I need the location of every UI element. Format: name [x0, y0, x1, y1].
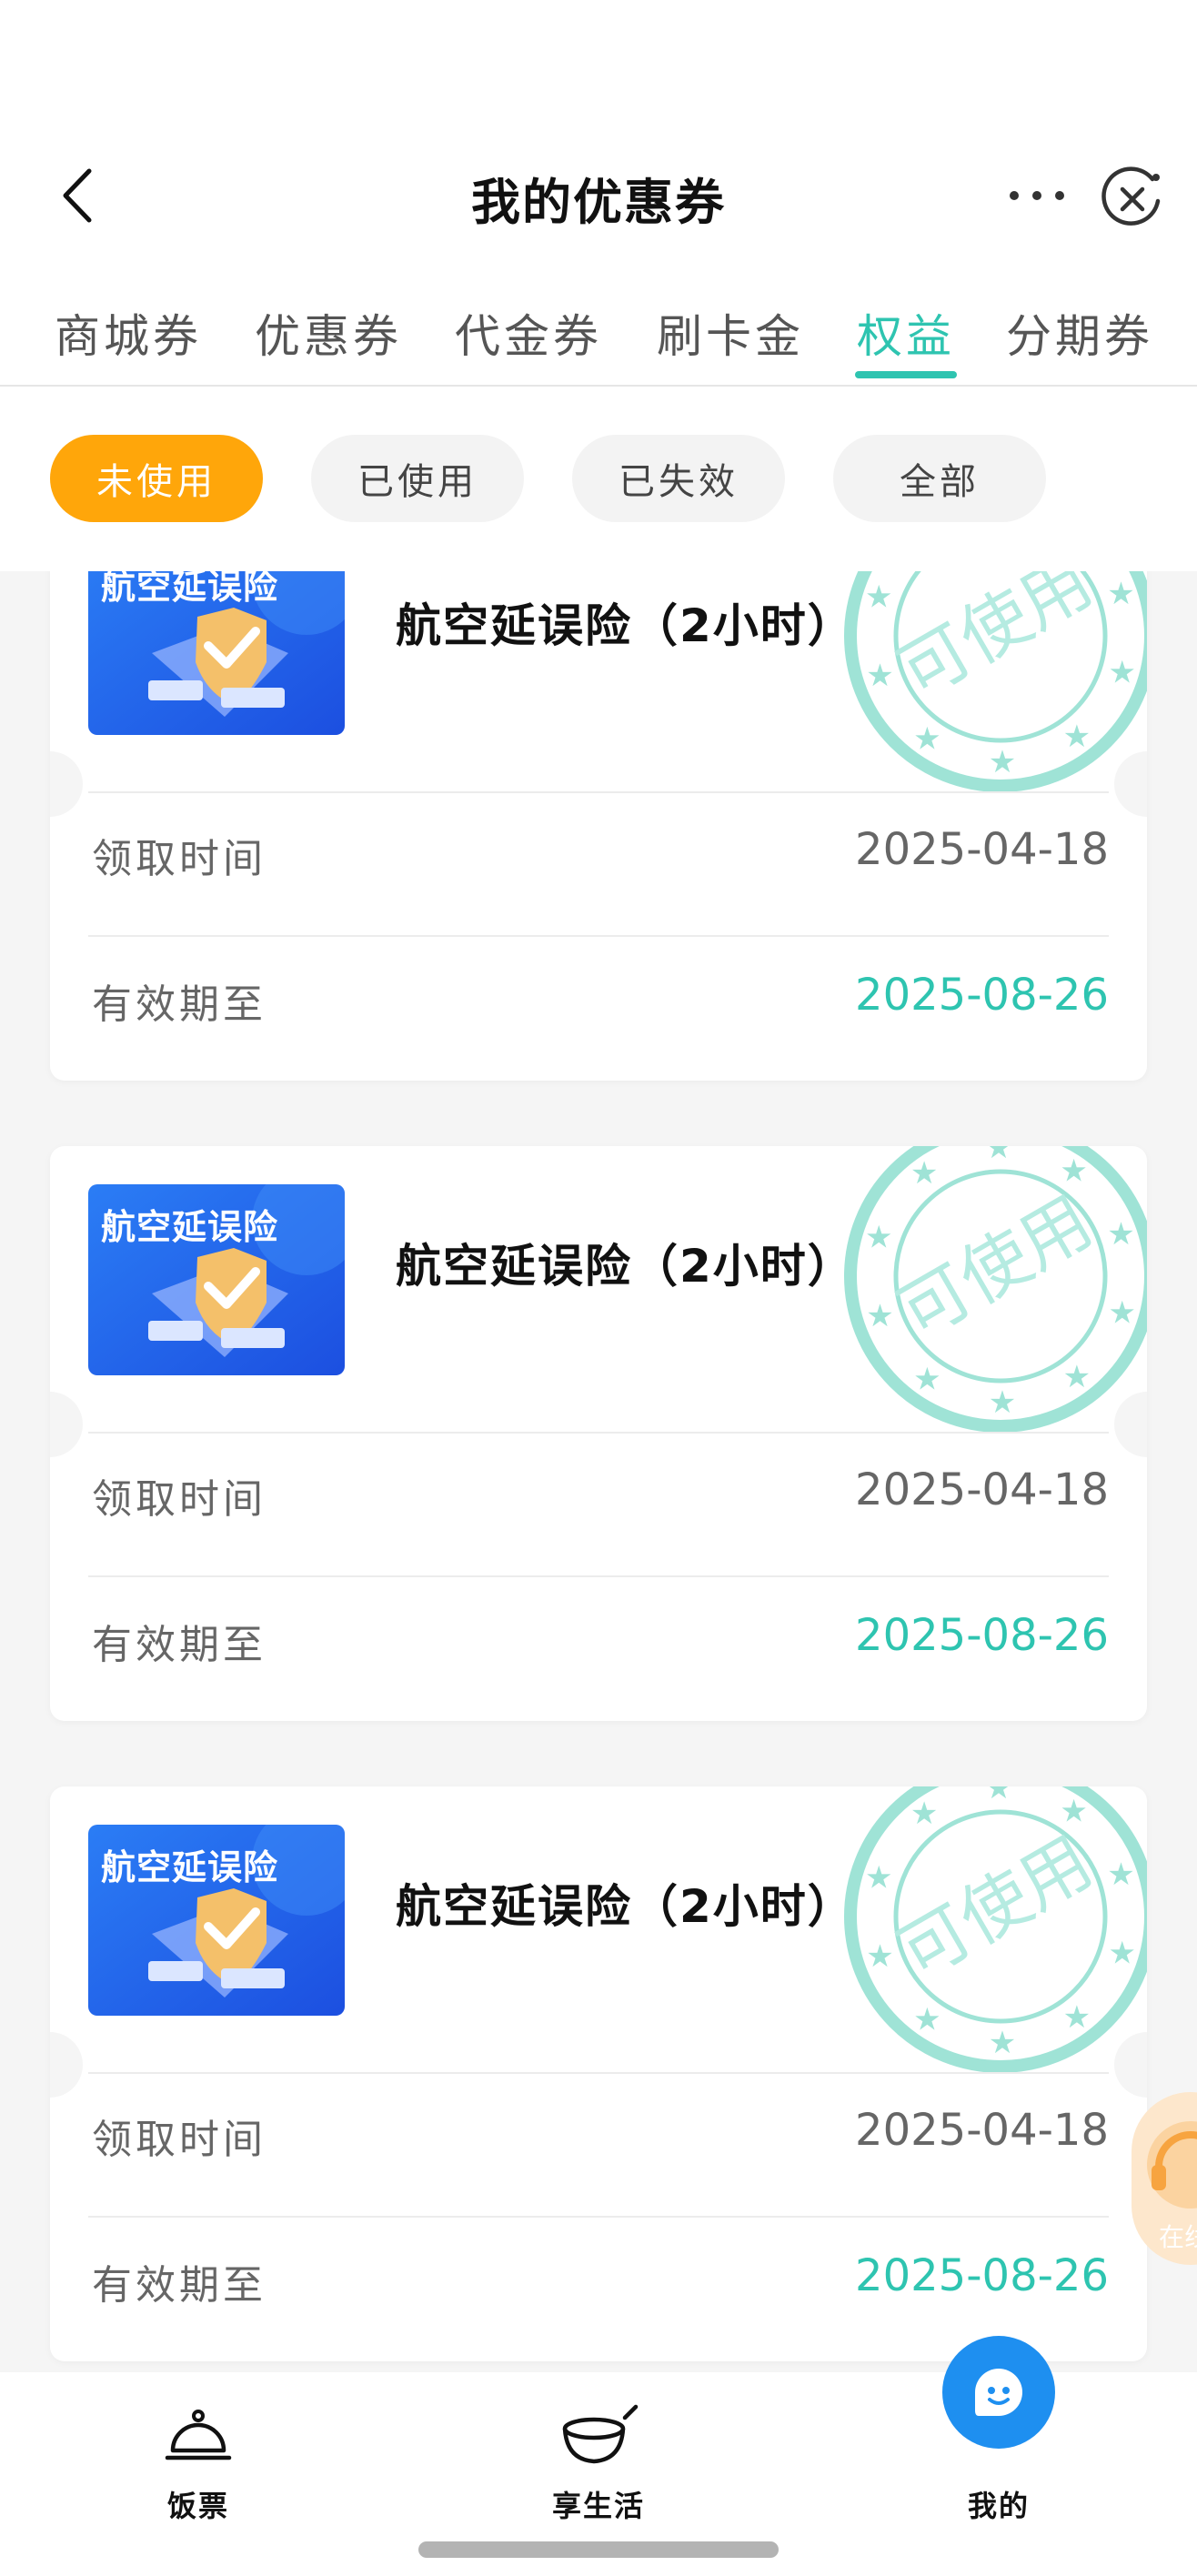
coupon-card[interactable]: 航空延误险 航空延误险（2小时） ★★★★★★★★★★可使用 领取时间 2025… [50, 571, 1147, 1081]
tab-card-cash[interactable]: 刷卡金 [657, 300, 804, 366]
tab-mall-coupon[interactable]: 商城券 [55, 300, 202, 366]
svg-text:★: ★ [1063, 1999, 1091, 2036]
valid-until-label: 有效期至 [92, 2262, 267, 2309]
valid-until-label: 有效期至 [92, 1622, 267, 1668]
svg-text:★: ★ [1109, 1294, 1136, 1331]
coupon-card[interactable]: 航空延误险 航空延误险（2小时） ★★★★★★★★★★可使用 领取时间 2025… [50, 1146, 1147, 1721]
header-area: 我的优惠券 商城券 优惠券 代金券 刷卡金 权益 分期券 未使用 已使用 已失效… [0, 0, 1197, 571]
food-cover-icon [153, 2390, 244, 2481]
svg-text:★: ★ [865, 579, 892, 616]
active-tab-indicator [855, 371, 957, 378]
bottom-tab-label: 享生活 [551, 2489, 645, 2523]
tab-benefits[interactable]: 权益 [857, 300, 955, 366]
smile-face-icon[interactable] [942, 2336, 1055, 2449]
stamp-text: 可使用 [885, 1821, 1105, 1995]
received-label: 领取时间 [92, 2117, 267, 2163]
card-notch [50, 2032, 83, 2098]
coupon-thumbnail: 航空延误险 [88, 1184, 345, 1375]
coupon-name: 航空延误险（2小时） [396, 1240, 855, 1293]
bowl-icon [553, 2390, 644, 2481]
nav-bar: 我的优惠券 [0, 146, 1197, 246]
tab-installment-coupon[interactable]: 分期券 [1006, 300, 1153, 366]
svg-text:★: ★ [1063, 719, 1091, 755]
valid-until-date: 2025-08-26 [855, 2250, 1109, 2301]
svg-text:★: ★ [1107, 1216, 1134, 1253]
stamp-text: 可使用 [885, 571, 1105, 714]
filter-all[interactable]: 全部 [833, 435, 1046, 522]
svg-text:★: ★ [913, 720, 940, 757]
tab-voucher[interactable]: 代金券 [455, 300, 602, 366]
coupon-thumbnail: 航空延误险 [88, 571, 345, 735]
customer-service-float-button[interactable]: 在线 [1132, 2092, 1197, 2265]
card-divider [88, 935, 1109, 937]
svg-text:★: ★ [985, 1786, 1012, 1806]
coupon-name: 航空延误险（2小时） [396, 599, 855, 652]
received-date: 2025-04-18 [855, 1464, 1109, 1515]
coupon-card[interactable]: 航空延误险 航空延误险（2小时） ★★★★★★★★★★可使用 领取时间 2025… [50, 1786, 1147, 2361]
received-label: 领取时间 [92, 1476, 267, 1523]
svg-text:★: ★ [865, 1220, 892, 1256]
available-stamp: ★★★★★★★★★★可使用 [832, 571, 1147, 804]
close-button[interactable] [1091, 158, 1173, 240]
card-notch [50, 751, 83, 817]
svg-text:★: ★ [866, 658, 893, 694]
filter-used[interactable]: 已使用 [311, 435, 524, 522]
svg-text:★: ★ [1107, 576, 1134, 612]
card-divider [88, 2216, 1109, 2218]
valid-until-label: 有效期至 [92, 981, 267, 1028]
bottom-tab-label: 我的 [967, 2489, 1030, 2523]
svg-text:★: ★ [913, 1361, 940, 1397]
svg-text:★: ★ [1107, 1857, 1134, 1893]
bottom-tab-meal-ticket[interactable]: 饭票 [107, 2372, 289, 2536]
svg-text:★: ★ [989, 1384, 1016, 1421]
svg-text:★: ★ [866, 1298, 893, 1334]
bottom-tab-label: 饭票 [166, 2489, 229, 2523]
home-indicator [418, 2541, 779, 2558]
card-divider [88, 1575, 1109, 1577]
svg-text:★: ★ [910, 1796, 938, 1832]
svg-text:★: ★ [985, 1146, 1012, 1166]
svg-text:★: ★ [865, 1860, 892, 1897]
status-filters: 未使用 已使用 已失效 全部 [0, 435, 1197, 522]
svg-text:★: ★ [989, 744, 1016, 780]
valid-until-date: 2025-08-26 [855, 970, 1109, 1021]
thumbnail-title: 航空延误险 [101, 1847, 279, 1887]
svg-text:★: ★ [1109, 1935, 1136, 1971]
card-notch [50, 1392, 83, 1457]
received-date: 2025-04-18 [855, 2105, 1109, 2156]
customer-service-label: 在线 [1159, 2222, 1197, 2252]
received-date: 2025-04-18 [855, 824, 1109, 875]
thumbnail-title: 航空延误险 [101, 1207, 279, 1247]
coupon-name: 航空延误险（2小时） [396, 1880, 855, 1933]
more-button[interactable] [1001, 164, 1073, 227]
filter-expired[interactable]: 已失效 [572, 435, 785, 522]
svg-text:★: ★ [910, 1155, 938, 1192]
svg-text:★: ★ [1063, 1359, 1091, 1395]
category-tabs: 商城券 优惠券 代金券 刷卡金 权益 分期券 [0, 291, 1197, 387]
close-circle-icon [1101, 166, 1161, 226]
available-stamp: ★★★★★★★★★★可使用 [832, 1146, 1147, 1444]
thumbnail-title: 航空延误险 [101, 571, 279, 607]
tab-discount-coupon[interactable]: 优惠券 [255, 300, 402, 366]
svg-text:★: ★ [866, 1938, 893, 1975]
received-label: 领取时间 [92, 836, 267, 882]
available-stamp: ★★★★★★★★★★可使用 [832, 1786, 1147, 2085]
valid-until-date: 2025-08-26 [855, 1610, 1109, 1661]
stamp-text: 可使用 [885, 1181, 1105, 1354]
svg-text:★: ★ [1109, 654, 1136, 690]
more-dots-icon [1010, 191, 1064, 200]
coupon-page: 我的优惠券 商城券 优惠券 代金券 刷卡金 权益 分期券 未使用 已使用 已失效… [0, 0, 1197, 2576]
filter-unused[interactable]: 未使用 [50, 435, 263, 522]
svg-text:★: ★ [913, 2001, 940, 2038]
coupon-thumbnail: 航空延误险 [88, 1825, 345, 2016]
card-divider [88, 791, 1109, 793]
card-divider [88, 1432, 1109, 1434]
svg-text:★: ★ [989, 2025, 1016, 2061]
coupon-list: 航空延误险 航空延误险（2小时） ★★★★★★★★★★可使用 领取时间 2025… [0, 571, 1197, 2372]
card-divider [88, 2072, 1109, 2074]
bottom-tab-enjoy-life[interactable]: 享生活 [508, 2372, 689, 2536]
